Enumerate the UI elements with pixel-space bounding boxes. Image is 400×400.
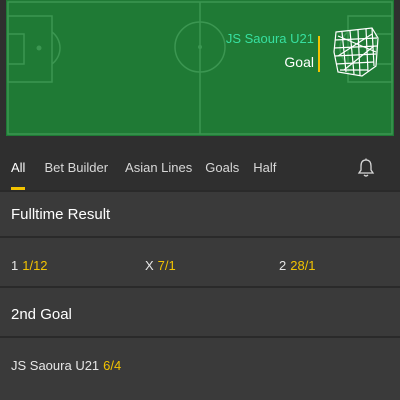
event-marker [318,36,320,72]
section-divider [0,336,400,338]
tab-bet-builder[interactable]: Bet Builder [44,146,108,190]
odds-value: 6/4 [103,358,122,373]
tab-asian-lines[interactable]: Asian Lines [125,146,192,190]
event-type-label: Goal [284,54,314,70]
tabs-divider [0,190,400,192]
outcome-label: 1 [11,258,19,273]
odds-home[interactable]: 1 1/12 [11,258,48,273]
odds-value: 1/12 [22,258,48,273]
odds-value: 7/1 [157,258,176,273]
bell-icon[interactable] [357,158,375,178]
event-team-name: JS Saoura U21 [225,31,314,46]
odds-second-goal-team[interactable]: JS Saoura U21 6/4 [11,358,121,373]
odds-away[interactable]: 2 28/1 [279,258,316,273]
odds-value: 28/1 [290,258,316,273]
event-panel: JS Saoura U21 Goal [226,30,314,71]
match-visualizer: JS Saoura U21 Goal [0,0,400,146]
outcome-label: JS Saoura U21 [11,358,100,373]
outcome-label: X [145,258,154,273]
market-tabs: All Bet Builder Asian Lines Goals Half [0,146,400,190]
second-goal-title[interactable]: 2nd Goal [11,306,72,323]
goal-net-icon [333,27,379,77]
tab-half[interactable]: Half [253,146,276,190]
odds-draw[interactable]: X 7/1 [145,258,176,273]
tab-goals[interactable]: Goals [205,146,239,190]
fulltime-result-title[interactable]: Fulltime Result [11,206,110,223]
section-divider [0,286,400,288]
section-divider [0,236,400,238]
outcome-label: 2 [279,258,287,273]
tab-all[interactable]: All [11,146,26,190]
